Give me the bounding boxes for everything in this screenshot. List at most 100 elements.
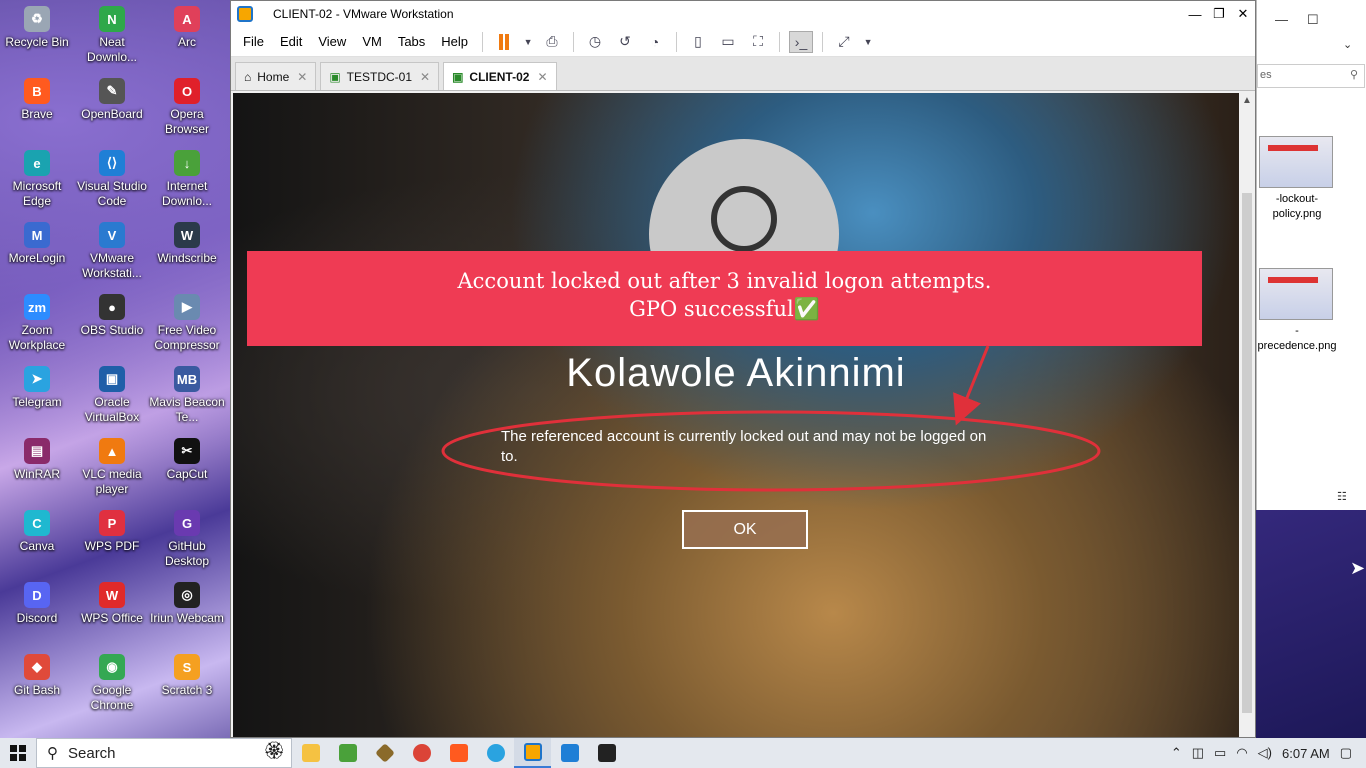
vmware-taskbar-icon[interactable] bbox=[514, 738, 551, 768]
thumbnail-bar-icon[interactable]: ▭ bbox=[716, 31, 740, 53]
snapshot-icon[interactable]: ◷ bbox=[583, 31, 607, 53]
vmware-window[interactable]: CLIENT-02 - VMware Workstation — ❐ ✕ Fil… bbox=[230, 0, 1256, 738]
camera-icon[interactable]: ◫ bbox=[1192, 745, 1204, 761]
desktop-icon[interactable]: D Discord bbox=[0, 576, 74, 646]
ok-button[interactable]: OK bbox=[682, 510, 808, 549]
wifi-icon[interactable]: ◠ bbox=[1236, 745, 1247, 761]
explorer-search-input[interactable]: es ⚲ bbox=[1257, 64, 1365, 88]
desktop-icon[interactable]: ◎ Iriun Webcam bbox=[150, 576, 224, 646]
file-thumbnail[interactable] bbox=[1259, 136, 1333, 188]
app-icon: A bbox=[174, 6, 200, 32]
chevron-down-icon[interactable]: ▼ bbox=[862, 31, 874, 53]
vm-display[interactable]: Kolawole Akinnimi The referenced account… bbox=[233, 93, 1239, 737]
close-icon[interactable]: ✕ bbox=[537, 70, 547, 84]
file-explorer-window[interactable]: — ☐ ⌄ es ⚲ -lockout-policy.png -preceden… bbox=[1256, 0, 1366, 510]
app-taskbar-icon[interactable] bbox=[329, 738, 366, 768]
menu-tabs[interactable]: Tabs bbox=[390, 34, 433, 49]
desktop-icon[interactable]: V VMware Workstati... bbox=[75, 216, 149, 286]
maximize-icon[interactable]: ☐ bbox=[1307, 12, 1319, 28]
desktop-icon[interactable]: S Scratch 3 bbox=[150, 648, 224, 718]
desktop-icon[interactable]: zm Zoom Workplace bbox=[0, 288, 74, 358]
desktop-icon[interactable]: ↓ Internet Downlo... bbox=[150, 144, 224, 214]
desktop-icon[interactable]: P WPS PDF bbox=[75, 504, 149, 574]
file-label[interactable]: -precedence.png bbox=[1257, 324, 1337, 354]
minimize-icon[interactable]: — bbox=[1275, 12, 1288, 27]
desktop-icon[interactable]: C Canva bbox=[0, 504, 74, 574]
file-label[interactable]: -lockout-policy.png bbox=[1257, 192, 1337, 222]
terminal-taskbar-icon[interactable] bbox=[588, 738, 625, 768]
battery-icon[interactable]: ▭ bbox=[1214, 745, 1226, 761]
desktop-icon[interactable]: ● OBS Studio bbox=[75, 288, 149, 358]
desktop-icon[interactable]: W WPS Office bbox=[75, 576, 149, 646]
chrome-taskbar-icon[interactable] bbox=[403, 738, 440, 768]
brave-taskbar-icon[interactable] bbox=[440, 738, 477, 768]
snapshot-manager-icon[interactable]: ◔ bbox=[643, 31, 667, 53]
git-taskbar-icon[interactable] bbox=[366, 738, 403, 768]
vertical-scrollbar[interactable]: ▲ bbox=[1239, 93, 1255, 737]
menu-edit[interactable]: Edit bbox=[272, 34, 310, 49]
scrollbar-thumb[interactable] bbox=[1242, 193, 1252, 713]
pause-icon[interactable] bbox=[492, 31, 516, 53]
desktop-icon[interactable]: A Arc bbox=[150, 0, 224, 70]
desktop-icon[interactable]: G GitHub Desktop bbox=[150, 504, 224, 574]
app-icon: V bbox=[99, 222, 125, 248]
desktop-icon[interactable]: ▶ Free Video Compressor bbox=[150, 288, 224, 358]
desktop-icon[interactable]: O Opera Browser bbox=[150, 72, 224, 142]
file-thumbnail[interactable] bbox=[1259, 268, 1333, 320]
desktop-icon[interactable]: ▲ VLC media player bbox=[75, 432, 149, 502]
app-icon: e bbox=[24, 150, 50, 176]
desktop-icon[interactable]: ⟨⟩ Visual Studio Code bbox=[75, 144, 149, 214]
show-library-icon[interactable]: ▯ bbox=[686, 31, 710, 53]
tab-client-02[interactable]: ▣ CLIENT-02 ✕ bbox=[443, 62, 557, 90]
vscode-taskbar-icon[interactable] bbox=[551, 738, 588, 768]
app-icon: ⟨⟩ bbox=[99, 150, 125, 176]
desktop-icon-label: Brave bbox=[21, 107, 53, 121]
desktop-icon[interactable]: e Microsoft Edge bbox=[0, 144, 74, 214]
desktop-icon-label: Canva bbox=[19, 539, 55, 553]
desktop-icon[interactable]: B Brave bbox=[0, 72, 74, 142]
desktop-icon[interactable]: N Neat Downlo... bbox=[75, 0, 149, 70]
full-screen-icon[interactable]: ⛶ bbox=[746, 31, 770, 53]
notification-icon[interactable]: ▢ bbox=[1340, 745, 1352, 761]
maximize-button[interactable]: ❐ bbox=[1207, 2, 1231, 26]
desktop-icon[interactable]: ✂ CapCut bbox=[150, 432, 224, 502]
tab-home[interactable]: ⌂ Home ✕ bbox=[235, 62, 317, 90]
desktop-icon[interactable]: M MoreLogin bbox=[0, 216, 74, 286]
chevron-down-icon[interactable]: ▼ bbox=[522, 31, 534, 53]
close-icon[interactable]: ✕ bbox=[420, 70, 430, 84]
close-icon[interactable]: ✕ bbox=[297, 70, 307, 84]
chevron-up-icon[interactable]: ⌃ bbox=[1171, 745, 1182, 761]
minimize-button[interactable]: — bbox=[1183, 2, 1207, 26]
volume-icon[interactable]: ◁) bbox=[1258, 745, 1272, 761]
desktop-icon[interactable]: ➤ Telegram bbox=[0, 360, 74, 430]
desktop-icon-label: MoreLogin bbox=[8, 251, 66, 265]
details-view-icon[interactable]: ☷ bbox=[1337, 490, 1347, 503]
desktop-icon[interactable]: ▣ Oracle VirtualBox bbox=[75, 360, 149, 430]
desktop-icon[interactable]: ♻ Recycle Bin bbox=[0, 0, 74, 70]
desktop-icon[interactable]: ✎ OpenBoard bbox=[75, 72, 149, 142]
desktop-icon[interactable]: W Windscribe bbox=[150, 216, 224, 286]
clock[interactable]: 6:07 AM bbox=[1282, 746, 1330, 761]
scroll-up-icon[interactable]: ▲ bbox=[1242, 95, 1252, 106]
desktop-icon[interactable]: MB Mavis Beacon Te... bbox=[149, 360, 225, 430]
taskbar-search-input[interactable]: ⚲ Search 🏵 bbox=[36, 738, 292, 768]
file-explorer-taskbar-icon[interactable] bbox=[292, 738, 329, 768]
desktop-icon[interactable]: ◉ Google Chrome bbox=[75, 648, 149, 718]
menu-help[interactable]: Help bbox=[433, 34, 476, 49]
stretch-icon[interactable]: ⤢ bbox=[832, 31, 856, 53]
send-ctrl-alt-del-icon[interactable]: ⎙ bbox=[540, 31, 564, 53]
menu-file[interactable]: File bbox=[235, 34, 272, 49]
desktop-icon[interactable]: ▤ WinRAR bbox=[0, 432, 74, 502]
tab-testdc-01[interactable]: ▣ TESTDC-01 ✕ bbox=[320, 62, 440, 90]
desktop-icon-label: Mavis Beacon Te... bbox=[149, 395, 225, 424]
start-button[interactable] bbox=[0, 738, 36, 768]
menu-view[interactable]: View bbox=[310, 34, 354, 49]
menu-vm[interactable]: VM bbox=[354, 34, 390, 49]
revert-snapshot-icon[interactable]: ↺ bbox=[613, 31, 637, 53]
telegram-taskbar-icon[interactable] bbox=[477, 738, 514, 768]
close-button[interactable]: ✕ bbox=[1231, 2, 1255, 26]
app-icon: D bbox=[24, 582, 50, 608]
desktop-icon[interactable]: ◆ Git Bash bbox=[0, 648, 74, 718]
chevron-down-icon[interactable]: ⌄ bbox=[1343, 38, 1352, 51]
console-view-icon[interactable]: ›_ bbox=[789, 30, 814, 53]
